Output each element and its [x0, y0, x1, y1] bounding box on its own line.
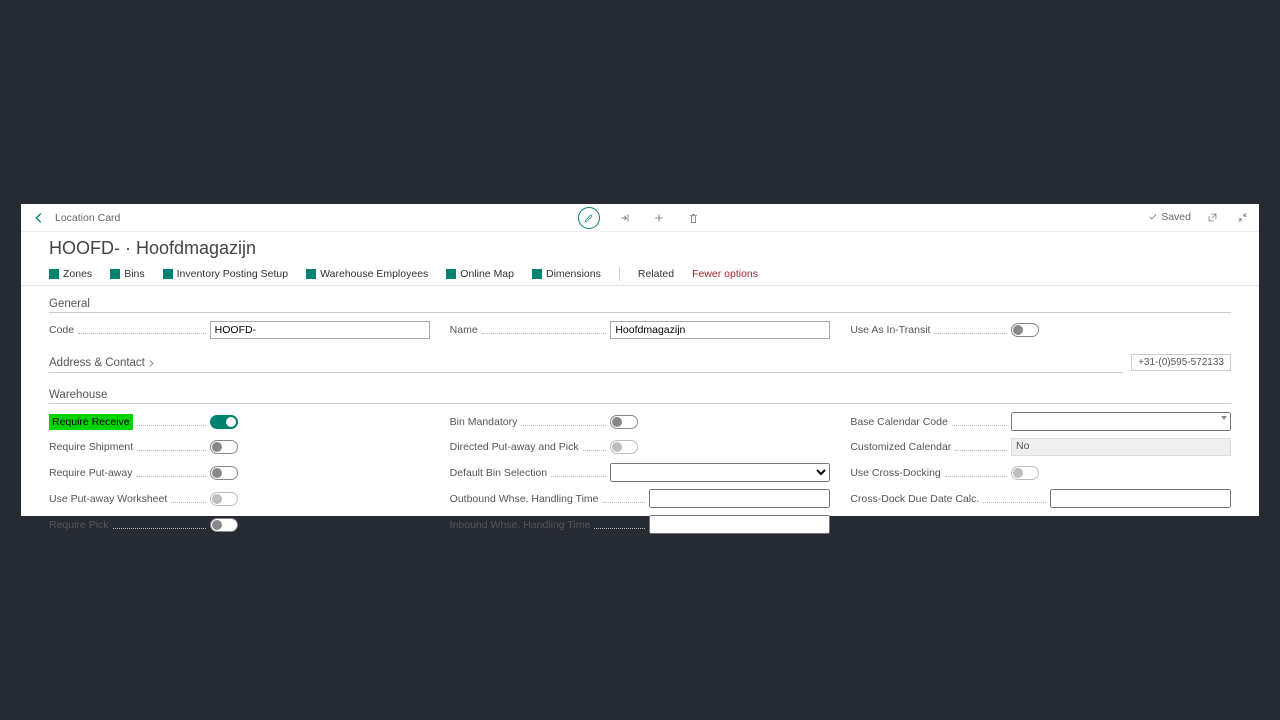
chevron-right-icon	[148, 359, 155, 368]
inbound-time-field: Inbound Whse. Handling Time	[450, 515, 831, 534]
customized-calendar-field: Customized Calendar No	[850, 438, 1231, 456]
content: General Code Name Use As In-Transit Addr	[21, 286, 1259, 544]
directed-putaway-toggle	[610, 440, 638, 454]
outbound-time-field: Outbound Whse. Handling Time	[450, 489, 831, 508]
dots	[482, 326, 607, 334]
code-label: Code	[49, 324, 74, 336]
use-as-in-transit-toggle[interactable]	[1011, 323, 1039, 337]
bins-icon	[110, 269, 120, 279]
outbound-time-label: Outbound Whse. Handling Time	[450, 493, 599, 505]
require-receive-toggle[interactable]	[210, 415, 238, 429]
address-section-row: Address & Contact +31-(0)595-572133	[49, 351, 1231, 373]
back-button[interactable]	[29, 208, 49, 228]
name-input[interactable]	[610, 321, 830, 339]
dimensions-action[interactable]: Dimensions	[532, 268, 601, 280]
inventory-icon	[163, 269, 173, 279]
inbound-time-input[interactable]	[649, 515, 830, 534]
directed-putaway-field: Directed Put-away and Pick	[450, 438, 831, 456]
use-putaway-ws-label: Use Put-away Worksheet	[49, 493, 167, 505]
code-field: Code	[49, 321, 430, 339]
fewer-options-action[interactable]: Fewer options	[692, 268, 758, 280]
require-putaway-label: Require Put-away	[49, 467, 132, 479]
edit-button[interactable]	[578, 207, 600, 229]
crossdock-due-field: Cross-Dock Due Date Calc.	[850, 489, 1231, 508]
require-putaway-field: Require Put-away	[49, 463, 430, 482]
map-icon	[446, 269, 456, 279]
bins-action[interactable]: Bins	[110, 268, 144, 280]
dots	[78, 326, 206, 334]
zones-action[interactable]: Zones	[49, 268, 92, 280]
crossdock-due-input[interactable]	[1050, 489, 1231, 508]
require-shipment-field: Require Shipment	[49, 438, 430, 456]
customized-calendar-label: Customized Calendar	[850, 441, 951, 453]
dimensions-icon	[532, 269, 542, 279]
base-calendar-lookup[interactable]	[1011, 412, 1231, 431]
general-row: Code Name Use As In-Transit	[49, 321, 1231, 339]
page-title: HOOFD- · Hoofdmagazijn	[21, 232, 1259, 263]
popout-icon[interactable]	[1203, 208, 1221, 226]
employees-icon	[306, 269, 316, 279]
inbound-time-label: Inbound Whse. Handling Time	[450, 519, 591, 531]
chevron-down-icon	[1221, 416, 1227, 420]
breadcrumb: Location Card	[55, 212, 120, 224]
require-putaway-toggle[interactable]	[210, 466, 238, 480]
bin-mandatory-label: Bin Mandatory	[450, 416, 518, 428]
action-bar: Zones Bins Inventory Posting Setup Wareh…	[21, 263, 1259, 286]
location-card-panel: Location Card Saved	[21, 204, 1259, 516]
phone-preview: +31-(0)595-572133	[1131, 354, 1231, 371]
dots	[934, 326, 1007, 334]
general-section-title[interactable]: General	[49, 292, 1231, 313]
warehouse-grid: Require Receive Bin Mandatory Base Calen…	[49, 412, 1231, 534]
base-calendar-input[interactable]	[1011, 412, 1231, 431]
delete-icon[interactable]	[684, 209, 702, 227]
online-map-action[interactable]: Online Map	[446, 268, 514, 280]
saved-status: Saved	[1148, 211, 1191, 223]
use-putaway-ws-toggle	[210, 492, 238, 506]
require-receive-label: Require Receive	[49, 414, 133, 430]
code-input[interactable]	[210, 321, 430, 339]
base-calendar-label: Base Calendar Code	[850, 416, 947, 428]
bin-mandatory-toggle[interactable]	[610, 415, 638, 429]
warehouse-employees-action[interactable]: Warehouse Employees	[306, 268, 428, 280]
directed-putaway-label: Directed Put-away and Pick	[450, 441, 579, 453]
crossdock-due-label: Cross-Dock Due Date Calc.	[850, 493, 979, 505]
warehouse-section-title[interactable]: Warehouse	[49, 383, 1231, 404]
zones-icon	[49, 269, 59, 279]
require-pick-label: Require Pick	[49, 519, 109, 531]
name-field: Name	[450, 321, 831, 339]
collapse-icon[interactable]	[1233, 208, 1251, 226]
address-section-title[interactable]: Address & Contact	[49, 351, 1123, 373]
new-icon[interactable]	[650, 209, 668, 227]
default-bin-label: Default Bin Selection	[450, 467, 547, 479]
use-crossdock-field: Use Cross-Docking	[850, 463, 1231, 482]
transit-field: Use As In-Transit	[850, 321, 1231, 339]
top-actions	[578, 207, 702, 229]
use-putaway-ws-field: Use Put-away Worksheet	[49, 489, 430, 508]
default-bin-select[interactable]	[610, 463, 830, 482]
base-calendar-field: Base Calendar Code	[850, 412, 1231, 431]
bin-mandatory-field: Bin Mandatory	[450, 412, 831, 431]
customized-calendar-value: No	[1011, 438, 1231, 456]
topbar: Location Card Saved	[21, 204, 1259, 232]
top-right: Saved	[1148, 208, 1251, 226]
require-pick-toggle[interactable]	[210, 518, 238, 532]
require-receive-field: Require Receive	[49, 412, 430, 431]
name-label: Name	[450, 324, 478, 336]
menu-separator	[619, 267, 620, 281]
require-shipment-toggle[interactable]	[210, 440, 238, 454]
outbound-time-input[interactable]	[649, 489, 830, 508]
use-crossdock-label: Use Cross-Docking	[850, 467, 940, 479]
inventory-posting-action[interactable]: Inventory Posting Setup	[163, 268, 289, 280]
share-icon[interactable]	[616, 209, 634, 227]
transit-label: Use As In-Transit	[850, 324, 930, 336]
use-crossdock-toggle	[1011, 466, 1039, 480]
related-action[interactable]: Related	[638, 268, 674, 280]
check-icon	[1148, 212, 1158, 222]
require-shipment-label: Require Shipment	[49, 441, 133, 453]
default-bin-field: Default Bin Selection	[450, 463, 831, 482]
require-pick-field: Require Pick	[49, 515, 430, 534]
